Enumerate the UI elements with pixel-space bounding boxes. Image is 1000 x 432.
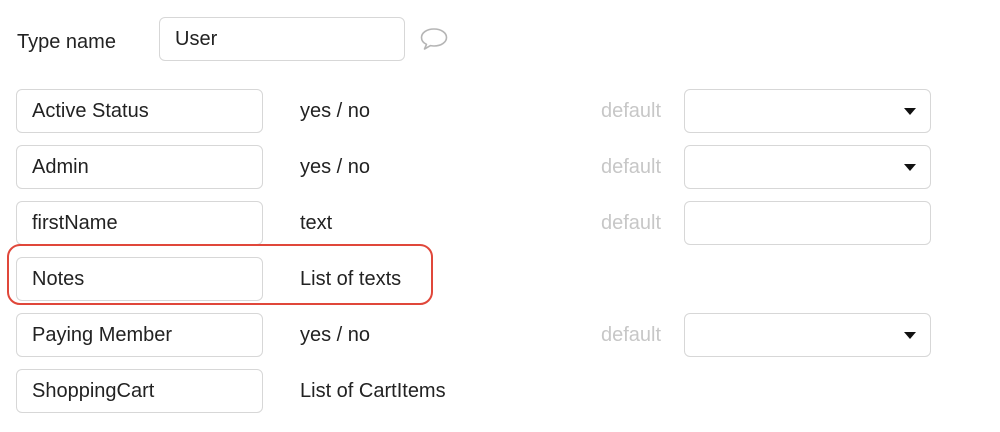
default-value-input[interactable] [684,201,931,245]
speech-bubble-icon[interactable] [419,27,449,51]
default-label: default [601,212,662,234]
field-type-label: yes / no [300,156,371,178]
field-type-label: text [300,212,333,234]
caret-down-icon [904,108,916,115]
type-name-label: Type name [17,31,116,53]
field-row-firstname: firstName text default [0,201,1000,245]
field-type-label: List of CartItems [300,380,446,402]
field-row-notes: Notes List of texts [0,257,1000,301]
field-name-input[interactable]: ShoppingCart [16,369,263,413]
field-row-active-status: Active Status yes / no default [0,89,1000,133]
caret-down-icon [904,164,916,171]
field-row-admin: Admin yes / no default [0,145,1000,189]
field-name-input[interactable]: Paying Member [16,313,263,357]
default-label: default [601,324,662,346]
field-type-label: List of texts [300,268,402,290]
field-name-input[interactable]: Notes [16,257,263,301]
default-value-dropdown[interactable] [684,145,931,189]
field-row-shoppingcart: ShoppingCart List of CartItems [0,369,1000,413]
field-type-label: yes / no [300,324,371,346]
field-name-input[interactable]: Active Status [16,89,263,133]
field-row-paying-member: Paying Member yes / no default [0,313,1000,357]
caret-down-icon [904,332,916,339]
default-value-dropdown[interactable] [684,89,931,133]
data-type-editor: Type name User Active Status yes / no de… [0,0,1000,432]
default-label: default [601,100,662,122]
field-name-input[interactable]: firstName [16,201,263,245]
default-label: default [601,156,662,178]
field-name-input[interactable]: Admin [16,145,263,189]
type-name-input[interactable]: User [159,17,405,61]
field-type-label: yes / no [300,100,371,122]
default-value-dropdown[interactable] [684,313,931,357]
